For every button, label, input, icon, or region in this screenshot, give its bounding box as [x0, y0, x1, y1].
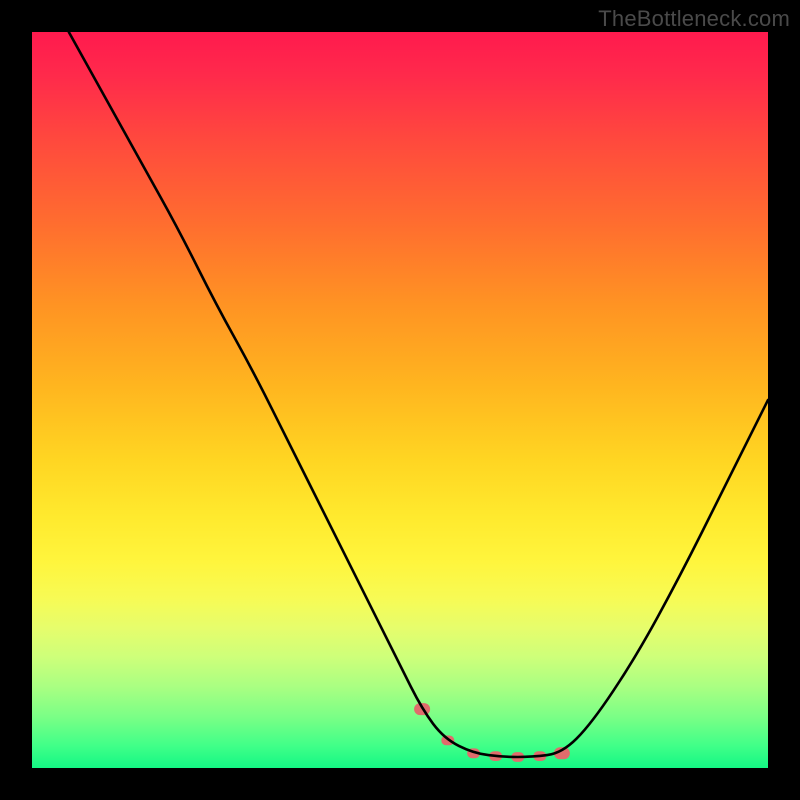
bumps-group [414, 703, 570, 762]
chart-svg [32, 32, 768, 768]
chart-container: TheBottleneck.com [0, 0, 800, 800]
main-curve [69, 32, 768, 757]
plot-area [32, 32, 768, 768]
watermark-text: TheBottleneck.com [598, 6, 790, 32]
